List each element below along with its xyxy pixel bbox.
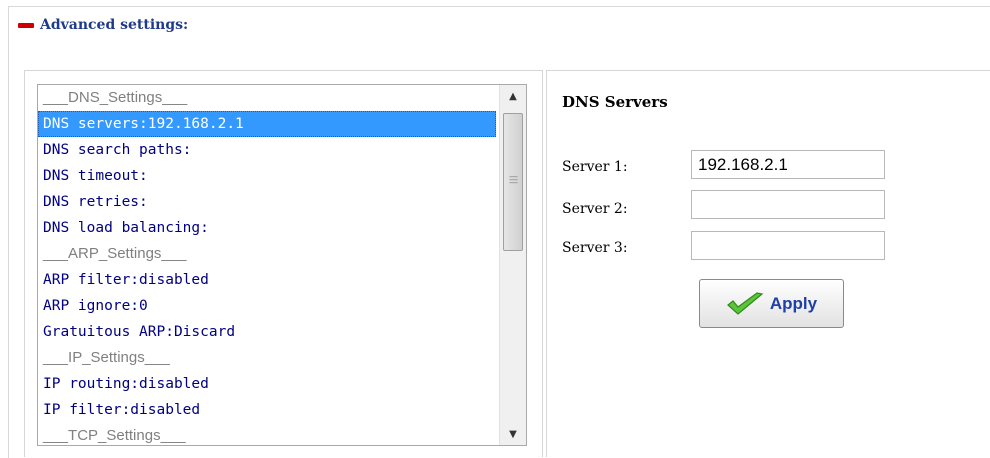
grip-icon: — — — bbox=[509, 172, 518, 188]
server3-input[interactable] bbox=[691, 231, 885, 260]
checkmark-icon bbox=[726, 291, 764, 315]
server1-input[interactable] bbox=[691, 150, 885, 179]
server2-label: Server 2: bbox=[562, 201, 628, 217]
server1-label: Server 1: bbox=[562, 159, 628, 175]
list-item[interactable]: DNS retries: bbox=[38, 189, 496, 215]
scroll-up-arrow-icon[interactable]: ▲ bbox=[500, 85, 526, 107]
list-item[interactable]: Gratuitous ARP:Discard bbox=[38, 319, 496, 345]
list-item[interactable]: ARP ignore:0 bbox=[38, 293, 496, 319]
settings-list: ___DNS_Settings___ DNS servers:192.168.2.… bbox=[38, 85, 496, 445]
server3-label: Server 3: bbox=[562, 240, 628, 256]
apply-button-label: Apply bbox=[769, 293, 818, 313]
list-item[interactable]: IP filter:disabled bbox=[38, 397, 496, 423]
minus-icon[interactable] bbox=[18, 22, 34, 28]
frame-top-border bbox=[8, 6, 990, 7]
list-item[interactable]: DNS servers:192.168.2.1 bbox=[38, 111, 496, 137]
list-section-header[interactable]: ___ARP_Settings___ bbox=[38, 241, 496, 267]
dns-servers-panel bbox=[546, 70, 990, 457]
listbox-scrollbar[interactable]: ▲ — — — ▼ bbox=[499, 85, 526, 445]
list-item[interactable]: DNS load balancing: bbox=[38, 215, 496, 241]
scroll-thumb[interactable]: — — — bbox=[503, 113, 523, 251]
list-item[interactable]: DNS timeout: bbox=[38, 163, 496, 189]
advanced-settings-title: Advanced settings: bbox=[40, 17, 189, 33]
server2-input[interactable] bbox=[691, 190, 885, 219]
scroll-down-arrow-icon[interactable]: ▼ bbox=[500, 423, 526, 445]
list-item[interactable]: DNS search paths: bbox=[38, 137, 496, 163]
advanced-settings-header[interactable]: Advanced settings: bbox=[18, 17, 188, 33]
list-section-header[interactable]: ___DNS_Settings___ bbox=[38, 85, 496, 111]
list-section-header[interactable]: ___TCP_Settings___ bbox=[38, 423, 496, 445]
dns-servers-title: DNS Servers bbox=[562, 93, 668, 111]
frame-left-border bbox=[8, 6, 9, 458]
settings-listbox[interactable]: ___DNS_Settings___ DNS servers:192.168.2.… bbox=[37, 84, 527, 446]
list-item[interactable]: IP routing:disabled bbox=[38, 371, 496, 397]
apply-button[interactable]: Apply bbox=[699, 279, 844, 328]
list-item[interactable]: ARP filter:disabled bbox=[38, 267, 496, 293]
list-section-header[interactable]: ___IP_Settings___ bbox=[38, 345, 496, 371]
